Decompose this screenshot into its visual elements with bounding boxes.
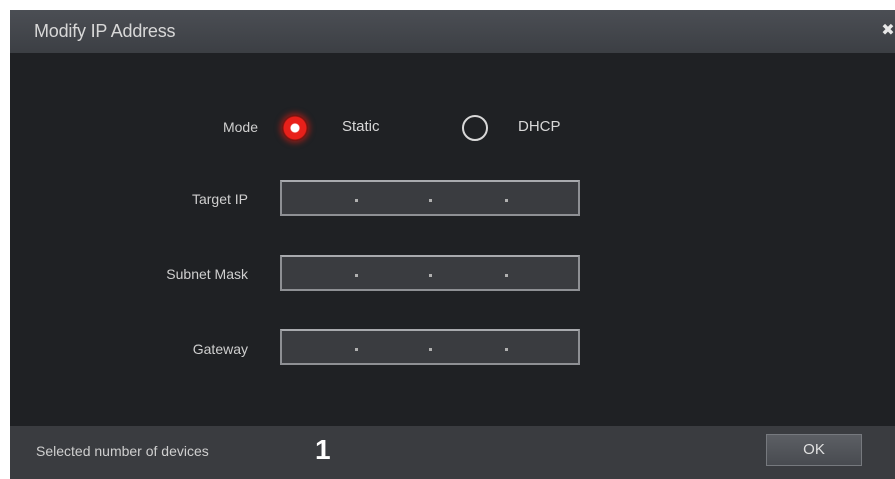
gateway-input[interactable] <box>280 329 580 365</box>
ip-separator <box>429 348 432 351</box>
target-ip-label: Target IP <box>191 191 248 207</box>
dialog-titlebar: Modify IP Address ✖ <box>10 10 895 53</box>
radio-static[interactable] <box>282 115 308 141</box>
ip-separator <box>355 348 358 351</box>
radio-dhcp-label[interactable]: DHCP <box>518 118 561 135</box>
ip-separator <box>505 348 508 351</box>
ip-separator <box>505 274 508 277</box>
selected-devices-count: 1 <box>315 434 331 465</box>
radio-dhcp[interactable] <box>462 115 488 141</box>
radio-static-label[interactable]: Static <box>342 118 380 135</box>
subnet-mask-input[interactable] <box>280 255 580 291</box>
selected-devices-label: Selected number of devices <box>36 443 209 459</box>
ip-separator <box>355 199 358 202</box>
ok-button[interactable]: OK <box>766 434 862 466</box>
dialog-title: Modify IP Address <box>34 21 176 41</box>
dialog-footer: Selected number of devices 1 OK <box>10 426 895 479</box>
dialog-body: Mode Static DHCP Target IP Subnet Mask G… <box>10 53 895 426</box>
ip-separator <box>355 274 358 277</box>
ip-separator <box>505 199 508 202</box>
ip-separator <box>429 274 432 277</box>
modify-ip-dialog: Modify IP Address ✖ Mode Static DHCP Tar… <box>10 10 895 479</box>
mode-label: Mode <box>222 119 258 135</box>
target-ip-input[interactable] <box>280 180 580 216</box>
ip-separator <box>429 199 432 202</box>
subnet-mask-label: Subnet Mask <box>166 266 248 282</box>
gateway-label: Gateway <box>192 341 248 357</box>
close-icon[interactable]: ✖ <box>881 22 895 40</box>
